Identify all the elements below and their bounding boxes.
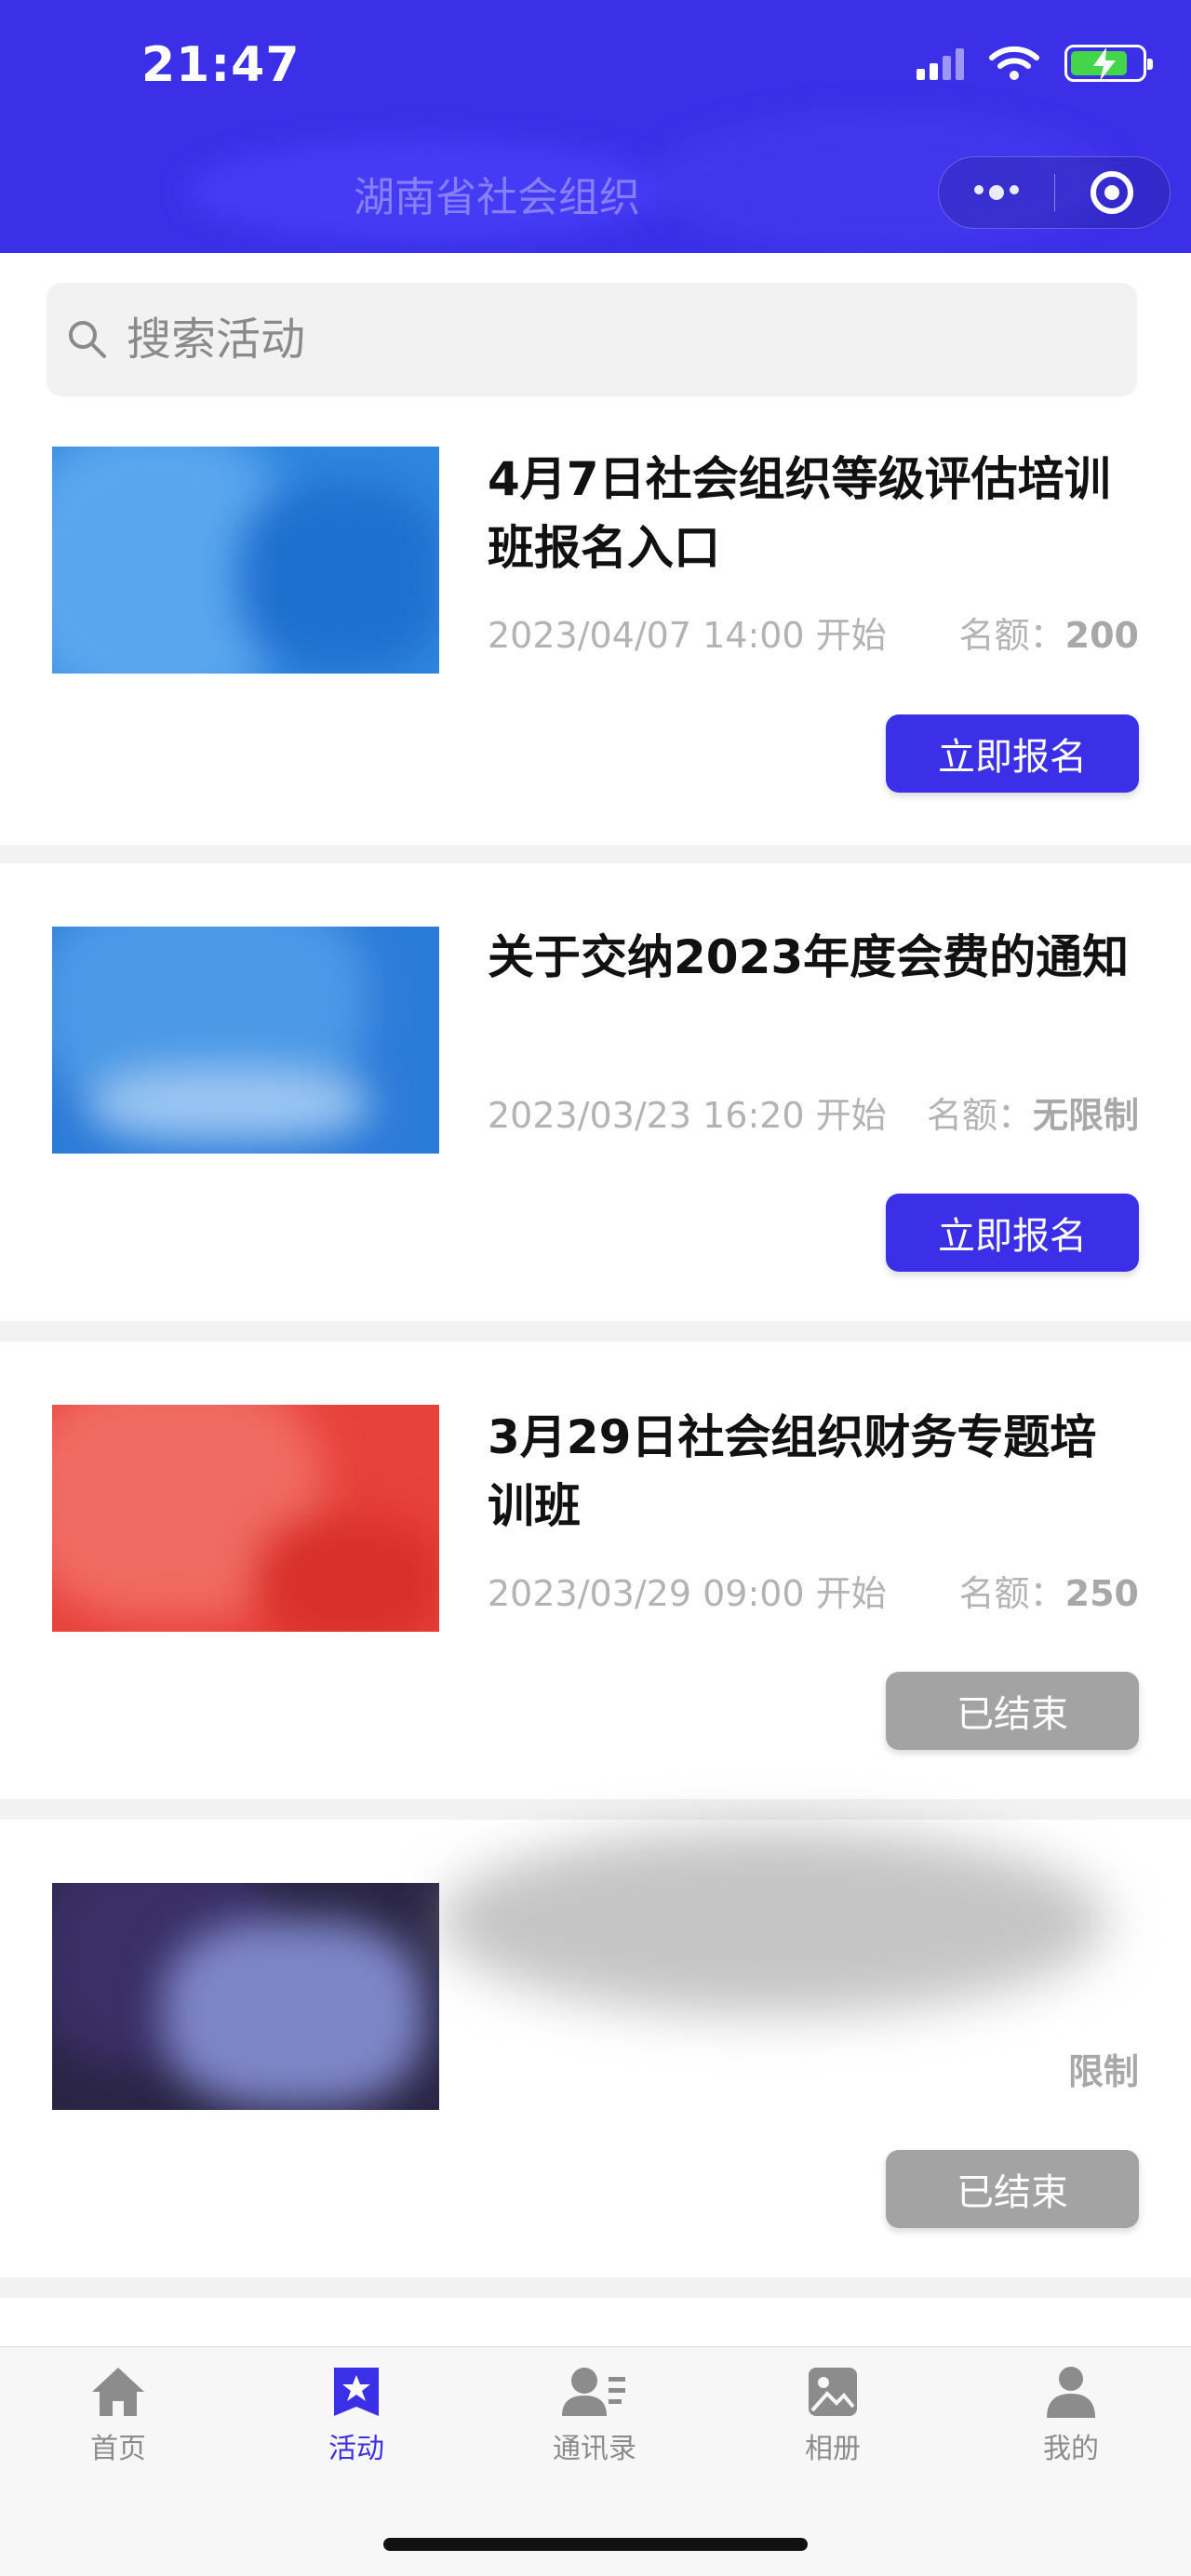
search-box[interactable] — [47, 283, 1137, 396]
activity-quota: 名额：无限制 — [926, 1095, 1139, 1136]
activity-star-icon — [334, 2368, 379, 2416]
activity-card[interactable]: 关于交纳2023年度会费的通知 2023/03/23 16:20 开始 名额：无… — [0, 863, 1191, 1321]
tab-label: 首页 — [90, 2433, 146, 2465]
activity-title: 3月29日社会组织财务专题培训班 — [488, 1410, 1097, 1533]
ended-button[interactable]: 已结束 — [886, 2150, 1139, 2228]
activity-card[interactable]: 3月29日社会组织财务专题培训班 2023/03/29 09:00 开始 名额：… — [0, 1341, 1191, 1799]
status-icons — [917, 45, 1153, 82]
cellular-signal-icon — [917, 47, 964, 80]
register-button[interactable]: 立即报名 — [886, 714, 1139, 793]
tab-label: 活动 — [328, 2433, 384, 2465]
mini-program-capsule — [938, 156, 1171, 229]
activity-quota: 名额：200 — [958, 615, 1139, 656]
activity-card[interactable]: 4月7日社会组织等级评估培训班报名入口 2023/04/07 14:00 开始 … — [0, 411, 1191, 845]
top-header: 21:47 湖南省社会组织 — [0, 0, 1191, 253]
tab-contacts[interactable]: 通讯录 — [520, 2364, 669, 2466]
home-icon — [92, 2368, 144, 2416]
more-icon[interactable] — [939, 185, 1054, 200]
close-target-icon[interactable] — [1055, 168, 1171, 217]
profile-icon — [1047, 2367, 1095, 2418]
nav-title: 湖南省社会组织 — [354, 174, 640, 221]
album-icon — [809, 2368, 857, 2416]
tab-album[interactable]: 相册 — [758, 2364, 907, 2466]
activity-start-time: 2023/04/07 14:00 开始 — [488, 615, 887, 656]
search-icon — [69, 321, 106, 358]
activity-title: 4月7日社会组织等级评估培训班报名入口 — [488, 452, 1111, 575]
wifi-icon — [989, 46, 1039, 80]
tab-profile[interactable]: 我的 — [997, 2364, 1145, 2466]
tab-label: 我的 — [1043, 2433, 1099, 2465]
search-section — [0, 253, 1191, 411]
activity-thumbnail — [52, 1883, 439, 2110]
tab-label: 通讯录 — [553, 2433, 636, 2465]
activity-thumbnail — [52, 927, 439, 1154]
activity-title: 关于交纳2023年度会费的通知 — [488, 930, 1130, 984]
contacts-icon — [562, 2368, 625, 2416]
battery-charging-icon — [1064, 45, 1153, 82]
ended-button[interactable]: 已结束 — [886, 1672, 1139, 1750]
register-button[interactable]: 立即报名 — [886, 1194, 1139, 1272]
activity-start-time: 2023/03/29 09:00 开始 — [488, 1573, 887, 1614]
activity-quota: 限制 — [1067, 2051, 1139, 2092]
tab-label: 相册 — [805, 2433, 861, 2465]
activity-card[interactable] — [0, 2298, 1191, 2346]
tab-activity[interactable]: 活动 — [282, 2364, 431, 2466]
activity-start-time: 2023/03/23 16:20 开始 — [488, 1095, 887, 1136]
tab-home[interactable]: 首页 — [44, 2364, 193, 2466]
activity-quota: 名额：250 — [958, 1573, 1139, 1614]
status-time: 21:47 — [141, 37, 301, 93]
activity-thumbnail — [52, 447, 439, 674]
activity-card[interactable]: 限制 已结束 — [0, 1820, 1191, 2277]
search-input[interactable] — [127, 314, 964, 366]
home-indicator — [383, 2538, 808, 2551]
activity-thumbnail — [52, 1405, 439, 1632]
